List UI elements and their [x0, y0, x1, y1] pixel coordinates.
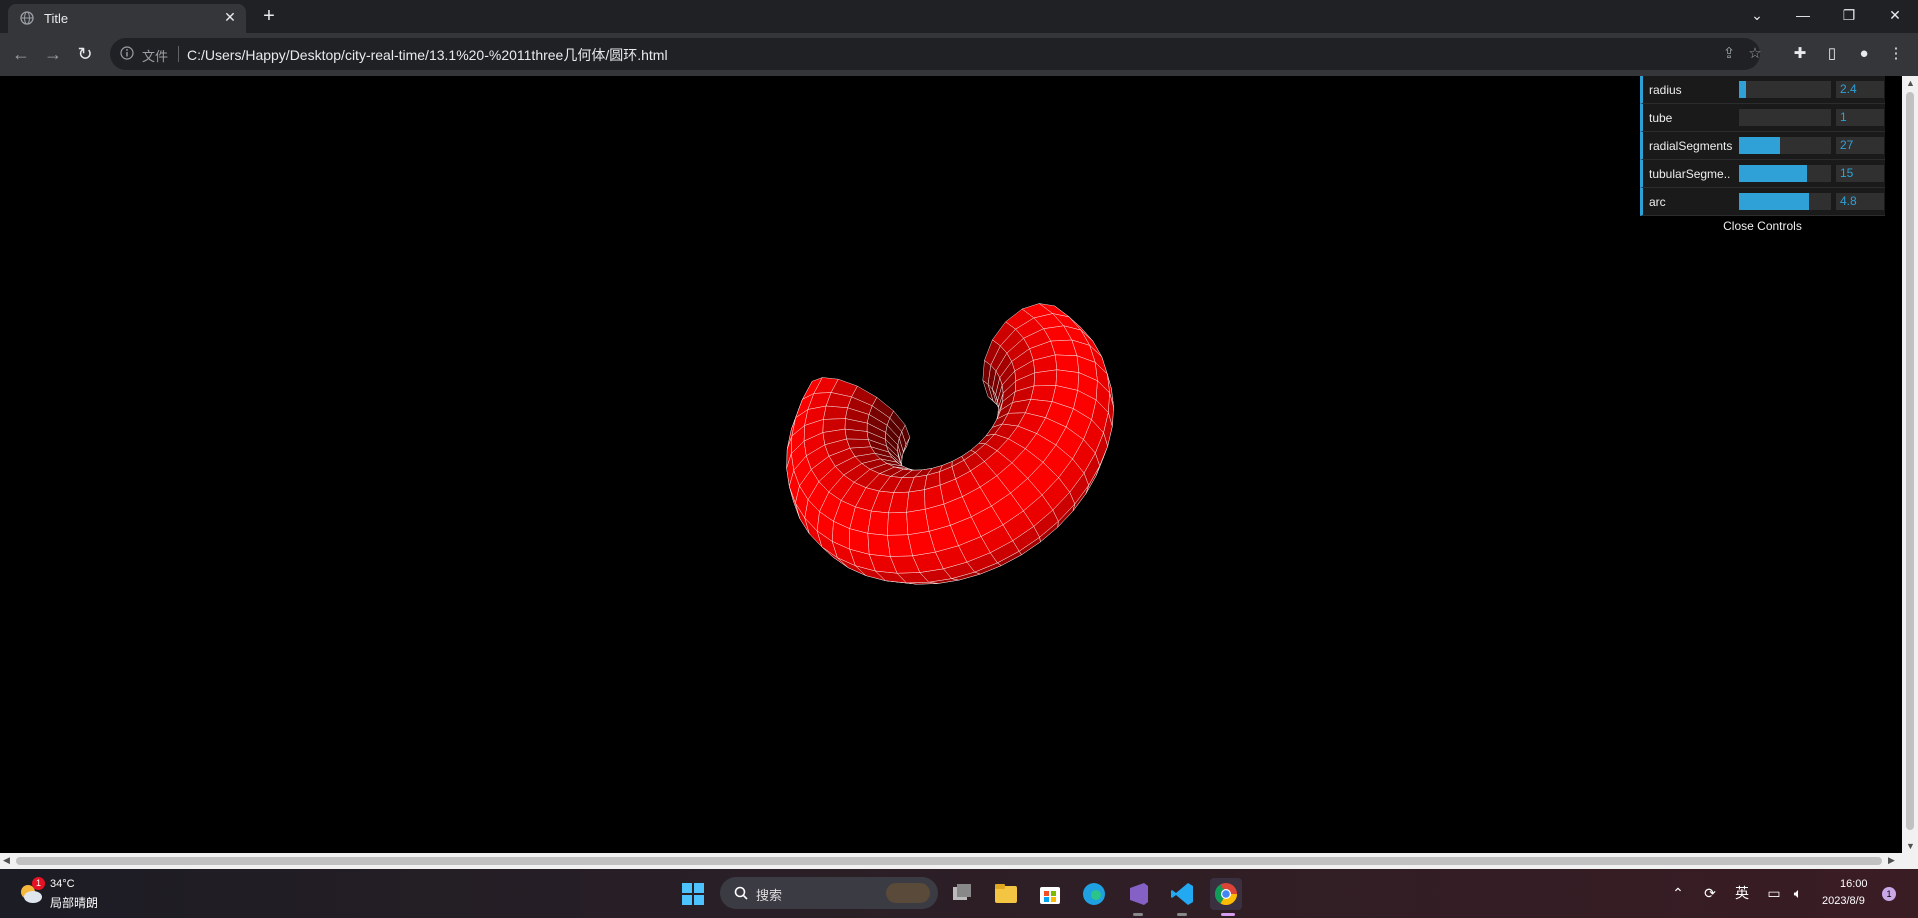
tab-bar: Title ✕ + ⌄ — ❐ ✕ — [0, 0, 1918, 33]
network-icon[interactable]: ▭ — [1764, 883, 1784, 903]
microsoft-store-icon[interactable] — [1034, 878, 1066, 910]
torus-face — [887, 512, 909, 536]
weather-description: 局部晴朗 — [50, 896, 99, 910]
close-tab-icon[interactable]: ✕ — [222, 9, 238, 25]
vs-running-indicator — [1133, 913, 1143, 916]
gui-value-input[interactable]: 15 — [1836, 165, 1884, 182]
gui-slider-fill — [1739, 193, 1809, 210]
torus-face — [906, 489, 926, 513]
scroll-up-arrow-icon[interactable]: ▲ — [1906, 78, 1915, 88]
info-icon[interactable] — [120, 46, 134, 60]
scroll-left-arrow-icon[interactable]: ◀ — [3, 855, 10, 866]
scroll-down-arrow-icon[interactable]: ▼ — [1906, 841, 1915, 851]
weather-badge: 1 — [32, 877, 45, 890]
webgl-viewport[interactable]: radius 2.4 tube 1 radialSegments 27 tubularSeg… — [0, 76, 1902, 853]
windows-start-icon[interactable] — [677, 878, 709, 910]
address-bar[interactable]: 文件 C:/Users/Happy/Desktop/city-real-time… — [110, 38, 1762, 70]
gui-slider-fill — [1739, 165, 1808, 182]
notification-badge[interactable]: 1 — [1882, 887, 1896, 901]
globe-icon — [20, 11, 34, 25]
vertical-scroll-thumb[interactable] — [1906, 92, 1914, 830]
torus-canvas[interactable] — [0, 76, 1902, 853]
gui-slider[interactable] — [1739, 165, 1831, 182]
torus-face — [1030, 385, 1057, 402]
close-controls-button[interactable]: Close Controls — [1640, 216, 1885, 236]
gui-control-row: tubularSegme.. 15 — [1640, 160, 1885, 188]
gui-slider[interactable] — [1739, 193, 1831, 210]
browser-toolbar: ← → ↻ 文件 C:/Users/Happy/Desktop/city-rea… — [0, 33, 1918, 76]
tab-search-chevron-icon[interactable]: ⌄ — [1742, 4, 1772, 26]
edge-browser-icon[interactable] — [1078, 878, 1110, 910]
vscode-running-indicator — [1177, 913, 1187, 916]
ime-language-indicator[interactable]: 英 — [1732, 883, 1752, 903]
gui-slider-fill — [1739, 137, 1781, 154]
scheme-label: 文件 — [142, 49, 169, 64]
search-label: 搜索 — [756, 888, 783, 903]
chrome-active-indicator — [1221, 913, 1235, 916]
visual-studio-icon[interactable] — [1122, 878, 1154, 910]
gui-control-row: arc 4.8 — [1640, 188, 1885, 216]
dat-gui-panel: radius 2.4 tube 1 radialSegments 27 tubularSeg… — [1640, 76, 1885, 236]
profile-icon[interactable]: ● — [1854, 44, 1874, 64]
gui-value-input[interactable]: 27 — [1836, 137, 1884, 154]
gui-control-label: tube — [1649, 111, 1673, 125]
search-highlight-icon — [886, 883, 930, 903]
torus-face — [867, 510, 889, 536]
scroll-right-arrow-icon[interactable]: ▶ — [1888, 855, 1895, 866]
gui-value-input[interactable]: 2.4 — [1836, 81, 1884, 98]
gui-slider[interactable] — [1739, 81, 1831, 98]
menu-kebab-icon[interactable]: ⋮ — [1886, 44, 1906, 64]
forward-arrow-icon[interactable]: → — [41, 42, 65, 66]
torus-mesh — [786, 303, 1114, 585]
back-arrow-icon[interactable]: ← — [9, 42, 33, 66]
bookmark-star-icon[interactable]: ☆ — [1746, 45, 1764, 63]
browser-tab[interactable]: Title ✕ — [8, 4, 246, 33]
gui-control-row: radialSegments 27 — [1640, 132, 1885, 160]
gui-control-label: radialSegments — [1649, 139, 1733, 153]
gui-control-row: tube 1 — [1640, 104, 1885, 132]
horizontal-scrollbar[interactable]: ◀ ▶ — [0, 853, 1918, 869]
file-explorer-icon[interactable] — [990, 878, 1022, 910]
weather-temperature: 34°C — [50, 878, 75, 890]
search-icon — [734, 886, 748, 900]
share-icon[interactable]: ⇪ — [1720, 45, 1738, 63]
sync-icon[interactable]: ⟳ — [1700, 883, 1720, 903]
volume-icon[interactable]: 🔈︎ — [1788, 883, 1808, 903]
show-hidden-icons-chevron-icon[interactable]: ⌃ — [1668, 883, 1688, 903]
restore-icon[interactable]: ❐ — [1834, 4, 1864, 26]
gui-slider-fill — [1739, 81, 1747, 98]
clock-date[interactable]: 2023/8/9 — [1822, 895, 1865, 907]
new-tab-button[interactable]: + — [258, 6, 280, 28]
vscode-icon[interactable] — [1166, 878, 1198, 910]
extensions-icon[interactable]: ✚ — [1790, 44, 1810, 64]
gui-value-input[interactable]: 1 — [1836, 109, 1884, 126]
vertical-scrollbar[interactable]: ▲ ▼ — [1902, 76, 1918, 853]
torus-face — [1033, 369, 1058, 387]
task-view-icon[interactable] — [946, 878, 978, 910]
minimize-icon[interactable]: — — [1788, 4, 1818, 26]
taskbar-search[interactable]: 搜索 — [720, 877, 938, 909]
omnibox-divider — [178, 46, 179, 62]
gui-control-label: tubularSegme.. — [1649, 167, 1731, 181]
torus-face — [867, 533, 891, 557]
close-window-icon[interactable]: ✕ — [1880, 4, 1910, 26]
gui-control-label: radius — [1649, 83, 1682, 97]
gui-control-row: radius 2.4 — [1640, 76, 1885, 104]
chrome-icon[interactable] — [1210, 878, 1242, 910]
gui-slider[interactable] — [1739, 109, 1831, 126]
side-panel-icon[interactable]: ▯ — [1822, 44, 1842, 64]
windows-taskbar: 1 34°C 局部晴朗 搜索 ⌃ ⟳ 英 ▭ 🔈︎ 16:00 2023/8/9… — [0, 869, 1918, 918]
url-text[interactable]: C:/Users/Happy/Desktop/city-real-time/13… — [187, 45, 668, 65]
gui-value-input[interactable]: 4.8 — [1836, 193, 1884, 210]
gui-slider[interactable] — [1739, 137, 1831, 154]
horizontal-scroll-thumb[interactable] — [16, 857, 1882, 865]
reload-icon[interactable]: ↻ — [73, 42, 97, 66]
tab-title: Title — [44, 11, 69, 26]
torus-face — [823, 405, 848, 420]
gui-control-label: arc — [1649, 195, 1666, 209]
clock-time[interactable]: 16:00 — [1840, 878, 1868, 890]
